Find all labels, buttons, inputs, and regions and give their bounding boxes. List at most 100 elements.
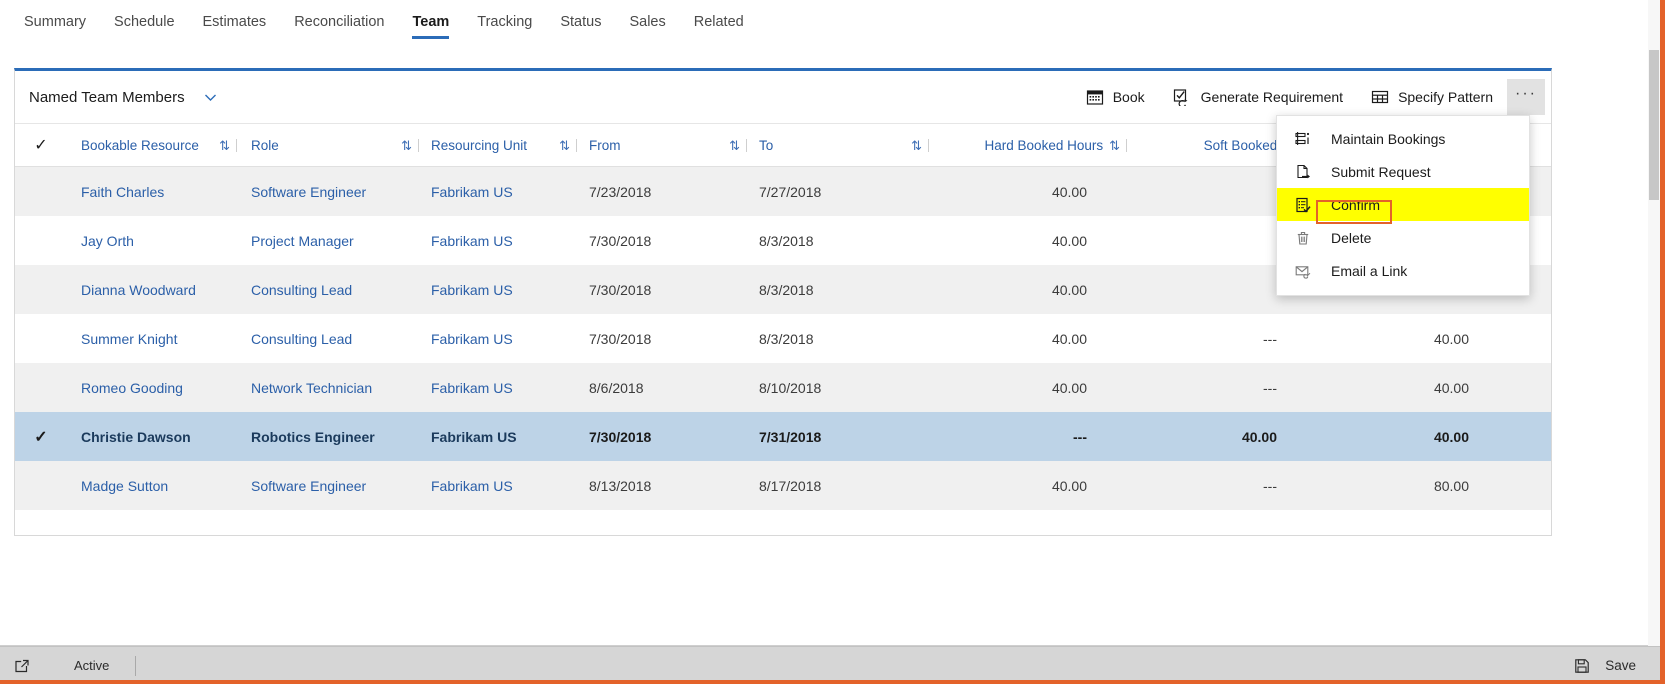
row-checkbox[interactable]: ✓ bbox=[15, 427, 67, 447]
tab-label: Team bbox=[412, 14, 450, 30]
grid-table-icon bbox=[1371, 88, 1389, 106]
role-value[interactable]: Software Engineer bbox=[251, 478, 427, 494]
cell-soft-booked-hours: 40.00 bbox=[1127, 429, 1317, 445]
save-button[interactable]: Save bbox=[1558, 658, 1654, 674]
chevron-down-icon[interactable] bbox=[199, 85, 223, 109]
popout-icon[interactable] bbox=[8, 658, 36, 674]
column-label: Resourcing Unit bbox=[431, 137, 528, 153]
cell-role: Project Manager bbox=[245, 233, 427, 249]
to-value: 8/17/2018 bbox=[759, 477, 822, 494]
email-link-icon bbox=[1295, 263, 1321, 279]
table-row[interactable]: Madge Sutton Software Engineer Fabrikam … bbox=[15, 461, 1551, 510]
table-row[interactable]: Romeo Gooding Network Technician Fabrika… bbox=[15, 363, 1551, 412]
tab-tracking[interactable]: Tracking bbox=[463, 0, 546, 46]
save-label: Save bbox=[1605, 658, 1636, 673]
column-label: Hard Booked Hours bbox=[984, 137, 1104, 153]
resource-link[interactable]: Faith Charles bbox=[81, 184, 245, 200]
unit-value[interactable]: Fabrikam US bbox=[431, 429, 585, 445]
tab-related[interactable]: Related bbox=[680, 0, 758, 46]
unit-value[interactable]: Fabrikam US bbox=[431, 380, 585, 396]
cell-bookable-resource[interactable]: Romeo Gooding bbox=[67, 380, 245, 396]
unit-value[interactable]: Fabrikam US bbox=[431, 233, 585, 249]
role-value[interactable]: Consulting Lead bbox=[251, 331, 427, 347]
unit-value[interactable]: Fabrikam US bbox=[431, 282, 585, 298]
column-header-resourcing-unit[interactable]: Resourcing Unit ⇅ bbox=[427, 132, 585, 158]
tab-schedule[interactable]: Schedule bbox=[100, 0, 188, 46]
select-all-checkbox[interactable]: ✓ bbox=[15, 135, 67, 155]
role-value[interactable]: Consulting Lead bbox=[251, 282, 427, 298]
to-value: 7/27/2018 bbox=[759, 183, 822, 200]
to-value: 8/10/2018 bbox=[759, 379, 822, 396]
cell-resourcing-unit: Fabrikam US bbox=[427, 233, 585, 249]
column-header-role[interactable]: Role ⇅ bbox=[245, 132, 427, 158]
calendar-icon bbox=[1086, 88, 1104, 106]
cell-total-hours: 40.00 bbox=[1317, 429, 1515, 445]
menu-item-label: Submit Request bbox=[1331, 163, 1431, 180]
table-row-selected[interactable]: ✓ Christie Dawson Robotics Engineer Fabr… bbox=[15, 412, 1551, 461]
cell-to: 8/10/2018 bbox=[755, 380, 937, 396]
hard-value: --- bbox=[1073, 428, 1087, 445]
unit-value[interactable]: Fabrikam US bbox=[431, 478, 585, 494]
scrollbar-thumb[interactable] bbox=[1649, 50, 1659, 200]
sort-icon[interactable]: ⇅ bbox=[729, 138, 747, 152]
column-header-from[interactable]: From ⇅ bbox=[585, 132, 755, 158]
sort-icon[interactable]: ⇅ bbox=[219, 138, 237, 152]
menu-item-maintain-bookings[interactable]: Maintain Bookings bbox=[1277, 122, 1529, 155]
role-value[interactable]: Software Engineer bbox=[251, 184, 427, 200]
column-header-to[interactable]: To ⇅ bbox=[755, 132, 937, 158]
soft-value: 40.00 bbox=[1241, 428, 1277, 445]
role-value[interactable]: Project Manager bbox=[251, 233, 427, 249]
menu-item-submit-request[interactable]: Submit Request bbox=[1277, 155, 1529, 188]
resource-link[interactable]: Romeo Gooding bbox=[81, 380, 245, 396]
unit-value[interactable]: Fabrikam US bbox=[431, 184, 585, 200]
resource-link[interactable]: Summer Knight bbox=[81, 331, 245, 347]
tab-sales[interactable]: Sales bbox=[615, 0, 679, 46]
unit-value[interactable]: Fabrikam US bbox=[431, 331, 585, 347]
total-value: 40.00 bbox=[1433, 330, 1469, 347]
tab-label: Tracking bbox=[477, 14, 533, 30]
tab-status[interactable]: Status bbox=[546, 0, 615, 46]
sort-icon[interactable]: ⇅ bbox=[401, 138, 419, 152]
total-value: 40.00 bbox=[1433, 428, 1469, 445]
cell-hard-booked-hours: 40.00 bbox=[937, 233, 1127, 249]
resource-link[interactable]: Jay Orth bbox=[81, 233, 245, 249]
cell-resourcing-unit: Fabrikam US bbox=[427, 429, 585, 445]
cell-bookable-resource[interactable]: Madge Sutton bbox=[67, 478, 245, 494]
sort-icon[interactable]: ⇅ bbox=[911, 138, 929, 152]
cell-bookable-resource[interactable]: Summer Knight bbox=[67, 331, 245, 347]
overflow-menu-button[interactable]: ··· bbox=[1507, 79, 1545, 115]
role-value[interactable]: Robotics Engineer bbox=[251, 429, 427, 445]
column-header-bookable-resource[interactable]: Bookable Resource ⇅ bbox=[67, 132, 245, 158]
tab-team[interactable]: Team bbox=[398, 0, 463, 46]
table-row[interactable]: Summer Knight Consulting Lead Fabrikam U… bbox=[15, 314, 1551, 363]
cell-bookable-resource[interactable]: Dianna Woodward bbox=[67, 282, 245, 298]
cell-total-hours: 40.00 bbox=[1317, 331, 1515, 347]
cell-total-hours: 40.00 bbox=[1317, 380, 1515, 396]
cell-resourcing-unit: Fabrikam US bbox=[427, 478, 585, 494]
role-value[interactable]: Network Technician bbox=[251, 380, 427, 396]
book-button[interactable]: Book bbox=[1072, 71, 1159, 123]
cell-from: 7/23/2018 bbox=[585, 184, 755, 200]
resource-link[interactable]: Christie Dawson bbox=[81, 429, 245, 445]
menu-item-email-a-link[interactable]: Email a Link bbox=[1277, 254, 1529, 287]
cell-bookable-resource[interactable]: Faith Charles bbox=[67, 184, 245, 200]
tab-label: Related bbox=[693, 14, 744, 30]
menu-item-delete[interactable]: Delete bbox=[1277, 221, 1529, 254]
hard-value: 40.00 bbox=[1051, 330, 1087, 347]
resource-link[interactable]: Madge Sutton bbox=[81, 478, 245, 494]
tab-reconciliation[interactable]: Reconciliation bbox=[280, 0, 398, 46]
column-label: From bbox=[589, 137, 621, 153]
vertical-scrollbar[interactable] bbox=[1648, 0, 1660, 646]
sort-icon[interactable]: ⇅ bbox=[559, 138, 577, 152]
tab-estimates[interactable]: Estimates bbox=[189, 0, 281, 46]
menu-item-confirm[interactable]: Confirm bbox=[1277, 188, 1529, 221]
sort-icon[interactable]: ⇅ bbox=[1109, 138, 1127, 152]
cell-bookable-resource[interactable]: Jay Orth bbox=[67, 233, 245, 249]
column-header-hard-booked-hours[interactable]: Hard Booked Hours ⇅ bbox=[937, 132, 1127, 158]
cell-to: 8/17/2018 bbox=[755, 478, 937, 494]
resource-link[interactable]: Dianna Woodward bbox=[81, 282, 245, 298]
tab-summary[interactable]: Summary bbox=[10, 0, 100, 46]
soft-value: --- bbox=[1263, 379, 1277, 396]
cell-bookable-resource[interactable]: Christie Dawson bbox=[67, 429, 245, 445]
menu-item-label: Delete bbox=[1331, 229, 1372, 246]
